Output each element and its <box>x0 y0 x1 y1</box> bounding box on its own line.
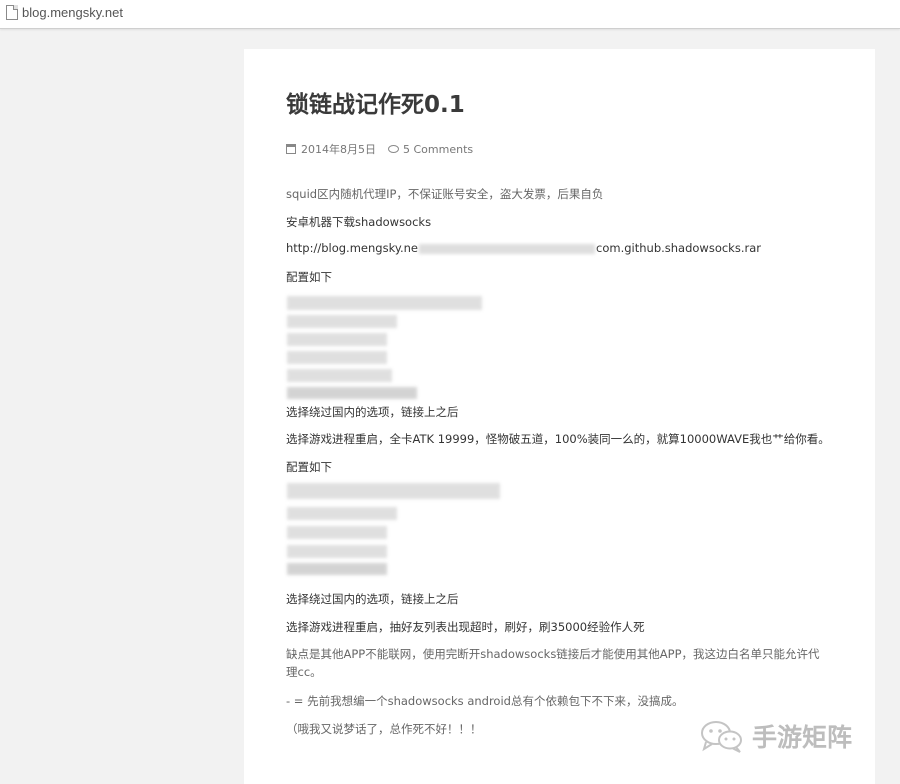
watermark-text: 手游矩阵 <box>752 723 853 752</box>
paragraph: 缺点是其他APP不能联网，使用完断开shadowsocks链接后才能使用其他AP… <box>286 647 820 679</box>
redacted-config <box>287 483 500 499</box>
wechat-icon <box>700 719 744 753</box>
paragraph: 配置如下 <box>286 460 332 474</box>
redacted-config <box>287 545 387 558</box>
redacted-config <box>287 387 417 399</box>
link-end[interactable]: com.github.shadowsocks.rar <box>596 241 761 255</box>
redacted-config <box>287 563 387 575</box>
paragraph: （哦我又说梦话了，总作死不好！！！ <box>286 722 482 736</box>
post-meta: 2014年8月5日 5 Comments <box>286 141 473 157</box>
paragraph: - = 先前我想编一个shadowsocks android总有个依赖包下不下来… <box>286 694 684 708</box>
paragraph: 选择绕过国内的选项，链接上之后 <box>286 405 459 419</box>
paragraph: squid区内随机代理IP，不保证账号安全，盗大发票，后果自负 <box>286 187 604 201</box>
url-text[interactable]: blog.mengsky.net <box>22 5 123 20</box>
redacted-config <box>287 315 397 328</box>
post-title[interactable]: 锁链战记作死0.1 <box>286 85 465 119</box>
redacted-config <box>287 333 387 346</box>
redacted-config <box>287 296 482 310</box>
address-bar[interactable]: blog.mengsky.net <box>0 0 900 29</box>
paragraph: 选择游戏进程重启，抽好友列表出现超时，刷好，刷35000经验作人死 <box>286 620 645 634</box>
watermark: 手游矩阵 <box>700 718 852 754</box>
redacted-region <box>419 243 596 254</box>
download-link[interactable]: http://blog.mengsky.ne com.github.shadows… <box>286 241 761 255</box>
paragraph: 选择绕过国内的选项，链接上之后 <box>286 592 459 606</box>
paragraph: 安卓机器下载shadowsocks <box>286 215 432 229</box>
paragraph: 配置如下 <box>286 270 332 284</box>
redacted-config <box>287 369 392 382</box>
page-icon <box>6 5 18 20</box>
comment-icon <box>388 145 399 153</box>
calendar-icon <box>286 144 296 154</box>
comments-link[interactable]: 5 Comments <box>403 143 473 156</box>
blog-post: 锁链战记作死0.1 2014年8月5日 5 Comments squid区内随机… <box>244 49 875 784</box>
redacted-config <box>287 507 397 520</box>
redacted-config <box>287 526 387 539</box>
paragraph: 选择游戏进程重启，全卡ATK 19999，怪物破五道，100%装同一么的，就算1… <box>286 432 830 446</box>
redacted-config <box>287 351 387 364</box>
link-start[interactable]: http://blog.mengsky.ne <box>286 241 418 255</box>
post-date[interactable]: 2014年8月5日 <box>301 141 376 157</box>
